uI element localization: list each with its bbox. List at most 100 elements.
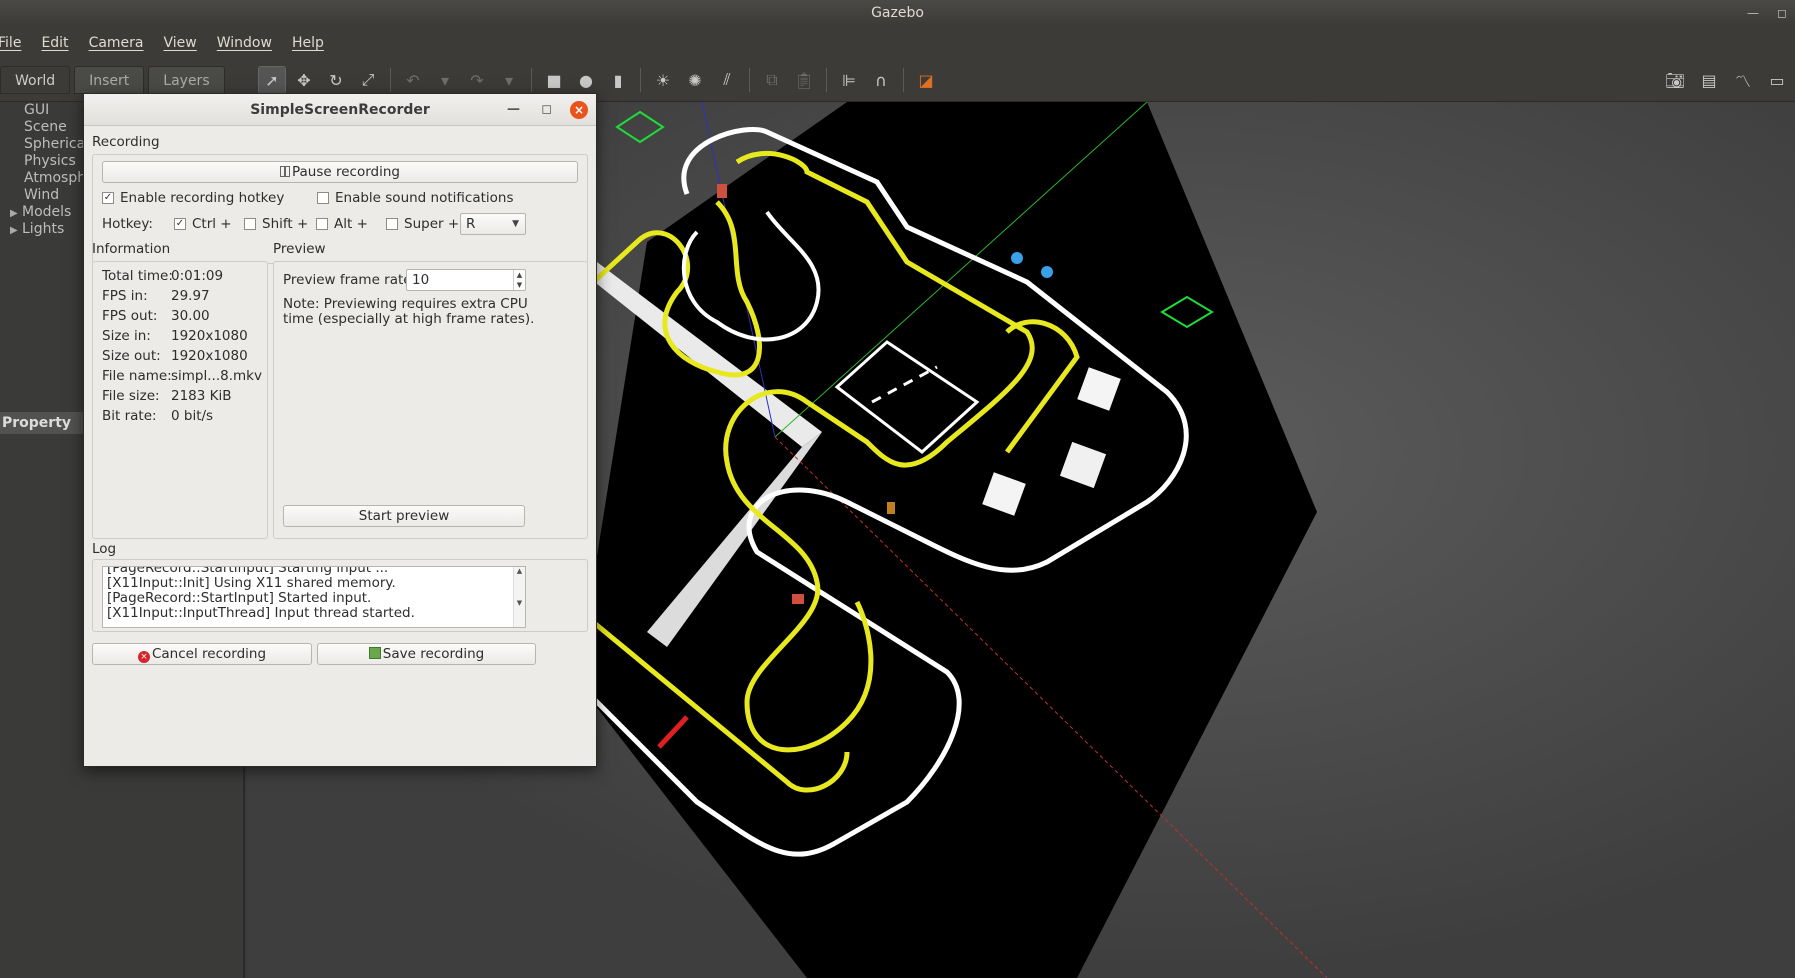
gazebo-screen: Gazebo — ◻ File Edit Camera View Window … [0,0,1795,978]
tab-layers[interactable]: Layers [148,66,225,94]
redo-icon[interactable]: ↷ [463,66,491,94]
sign-1 [1011,252,1023,264]
info-key: Bit rate: [102,408,157,424]
menu-view[interactable]: View [164,35,197,51]
enable-hotkey-label: Enable recording hotkey [120,190,285,206]
save-recording-button[interactable]: Save recording [317,643,536,665]
hotkey-key-select[interactable]: R ▼ [460,213,526,235]
redo-history-icon[interactable]: ▾ [495,66,523,94]
preview-frame-rate-value: 10 [412,272,430,288]
checkbox-box [316,218,328,230]
select-mode-icon[interactable]: ➚ [258,66,286,94]
undo-icon[interactable]: ↶ [399,66,427,94]
directional-light-icon[interactable]: ⫽ [713,66,741,94]
recorder-title: SimpleScreenRecorder [250,102,430,118]
preview-frame-rate-label: Preview frame rate: [283,272,417,288]
recorder-window: SimpleScreenRecorder — ◻ × Recording Pau… [83,93,597,767]
chevron-down-icon: ▼ [512,219,519,229]
alt-checkbox[interactable]: Alt + [316,216,368,232]
spin-arrows-icon[interactable]: ▲ ▼ [513,270,525,290]
tree-item-label: Physics [24,153,76,169]
info-size-in: 1920x1080 [171,328,248,344]
rotate-mode-icon[interactable]: ↻ [322,66,350,94]
car-1 [717,184,727,198]
restore-icon[interactable]: ◻ [1777,0,1787,26]
menu-help[interactable]: Help [292,35,324,51]
cylinder-shape-icon[interactable]: ▮ [604,66,632,94]
save-recording-label: Save recording [382,646,485,662]
tab-world[interactable]: World [0,66,71,94]
menu-file[interactable]: File [0,35,21,51]
shift-label: Shift + [262,216,309,232]
info-fps-in: 29.97 [171,288,210,304]
hotkey-key-value: R [466,216,476,232]
cancel-recording-button[interactable]: × Cancel recording [92,643,312,665]
spot-light-icon[interactable]: ✺ [681,66,709,94]
window-title: Gazebo [871,5,924,21]
toolbar-separator [749,68,750,92]
minimize-icon[interactable]: — [507,94,520,126]
info-file-name: simpl...8.mkv [171,368,262,384]
minimize-icon[interactable]: — [1747,0,1759,26]
ctrl-checkbox[interactable]: ✓ Ctrl + [174,216,232,232]
toolbar-separator [390,68,391,92]
information-group-label: Information [92,241,171,257]
box-shape-icon[interactable]: ■ [540,66,568,94]
checkbox-box [386,218,398,230]
expand-arrow-icon[interactable]: ▶ [10,222,22,238]
undo-history-icon[interactable]: ▾ [431,66,459,94]
paste-icon[interactable]: 📋︎ [790,66,818,94]
log-textarea[interactable]: [PageRecord::StartInput] Starting input … [102,566,526,628]
preview-frame-rate-input[interactable]: 10 ▲ ▼ [406,269,526,291]
toolbar-separator [531,68,532,92]
info-fps-out: 30.00 [171,308,210,324]
tree-item-label: Models [22,204,72,220]
expand-arrow-icon[interactable]: ▶ [10,205,22,221]
start-preview-button[interactable]: Start preview [283,505,525,527]
enable-sound-checkbox[interactable]: Enable sound notifications [317,190,514,206]
pause-recording-label: Pause recording [292,164,400,180]
tree-item-label: Scene [24,119,67,135]
recorder-titlebar: SimpleScreenRecorder — ◻ × [84,94,596,126]
preview-group-label: Preview [273,241,326,257]
tab-insert[interactable]: Insert [74,66,145,94]
car-2 [792,594,804,604]
video-record-icon[interactable]: ▭ [1763,66,1791,94]
info-key: FPS out: [102,308,158,324]
log-icon[interactable]: ▤ [1695,66,1723,94]
log-line: [X11Input::Init] Using X11 shared memory… [107,575,396,591]
pause-icon [280,166,290,177]
copy-icon[interactable]: ⧉ [758,66,786,94]
menu-camera[interactable]: Camera [89,35,144,51]
translate-mode-icon[interactable]: ✥ [290,66,318,94]
cancel-icon: × [137,651,150,663]
point-light-icon[interactable]: ☀ [649,66,677,94]
info-key: Size in: [102,328,151,344]
screenshot-icon[interactable]: 📷︎ [1661,66,1689,94]
log-group-label: Log [92,541,117,557]
save-icon [368,647,381,659]
log-scrollbar[interactable]: ▲ ▼ [513,567,525,627]
change-view-icon[interactable]: ◪ [912,66,940,94]
menu-window[interactable]: Window [217,35,272,51]
close-icon[interactable]: × [570,101,588,119]
menu-edit[interactable]: Edit [41,35,68,51]
align-icon[interactable]: ⊫ [835,66,863,94]
info-key: FPS in: [102,288,148,304]
sign-2 [1041,266,1053,278]
super-checkbox[interactable]: Super + [386,216,459,232]
sphere-shape-icon[interactable]: ● [572,66,600,94]
info-key: File size: [102,388,160,404]
shift-checkbox[interactable]: Shift + [244,216,308,232]
enable-hotkey-checkbox[interactable]: ✓ Enable recording hotkey [102,190,284,206]
info-key: File name: [102,368,172,384]
tree-item-label: Wind [24,187,60,203]
maximize-icon[interactable]: ◻ [541,94,552,126]
scale-mode-icon[interactable]: ⤢ [354,66,382,94]
window-titlebar: Gazebo — ◻ [0,0,1795,26]
recording-group-label: Recording [92,134,160,150]
pause-recording-button[interactable]: Pause recording [102,161,578,183]
tree-item-label: GUI [24,102,50,118]
plot-icon[interactable]: 〽 [1729,66,1757,94]
snap-icon[interactable]: ∩ [867,66,895,94]
